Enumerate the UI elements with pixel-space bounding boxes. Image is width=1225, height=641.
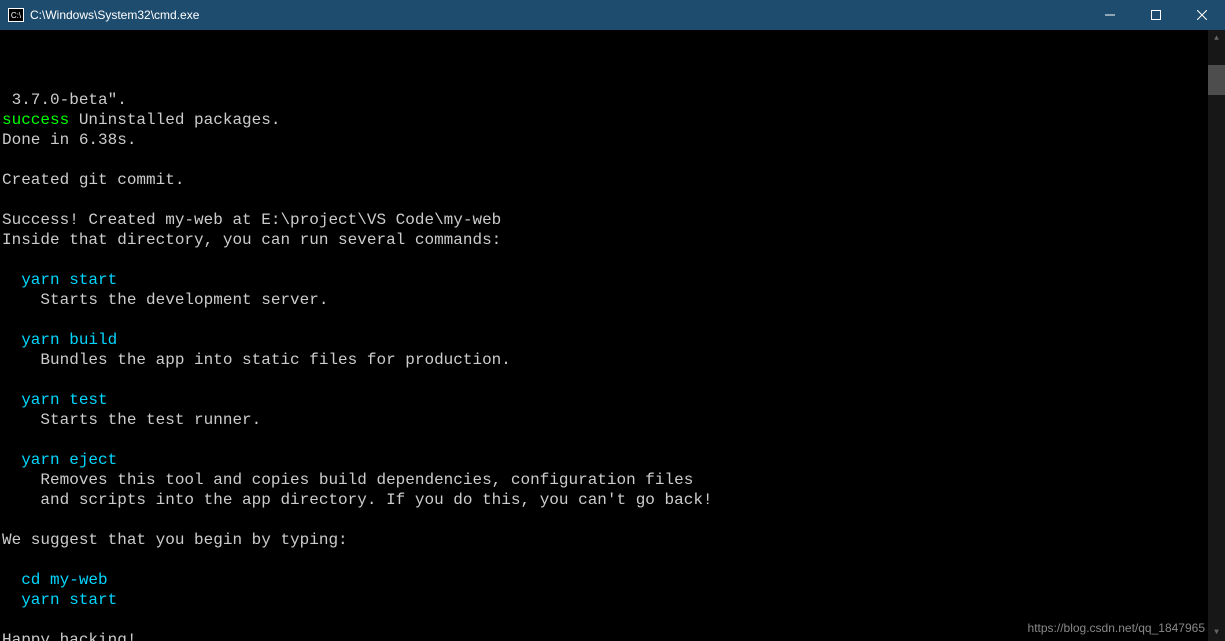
minimize-icon xyxy=(1105,10,1115,20)
terminal-output: 3.7.0-beta". success Uninstalled package… xyxy=(0,70,1225,641)
scrollbar[interactable]: ▲ ▼ xyxy=(1208,30,1225,641)
output-line: Bundles the app into static files for pr… xyxy=(2,351,511,369)
window-controls xyxy=(1087,0,1225,30)
output-line: Done in 6.38s. xyxy=(2,131,136,149)
output-line: Inside that directory, you can run sever… xyxy=(2,231,501,249)
window-title: C:\Windows\System32\cmd.exe xyxy=(30,8,1087,22)
terminal-area[interactable]: 3.7.0-beta". success Uninstalled package… xyxy=(0,30,1225,641)
command-hint: yarn start xyxy=(2,591,117,609)
cmd-icon: C:\ xyxy=(8,8,24,22)
command-hint: yarn test xyxy=(2,391,108,409)
output-line: Starts the test runner. xyxy=(2,411,261,429)
output-line: Created git commit. xyxy=(2,171,184,189)
output-line: and scripts into the app directory. If y… xyxy=(2,491,713,509)
output-line: Removes this tool and copies build depen… xyxy=(2,471,693,489)
watermark: https://blog.csdn.net/qq_1847965 xyxy=(1028,621,1205,635)
maximize-button[interactable] xyxy=(1133,0,1179,30)
close-icon xyxy=(1197,10,1207,20)
scrollbar-up-button[interactable]: ▲ xyxy=(1208,30,1225,47)
scrollbar-down-button[interactable]: ▼ xyxy=(1208,624,1225,641)
output-line: Success! Created my-web at E:\project\VS… xyxy=(2,211,501,229)
success-label: success xyxy=(2,111,69,129)
output-line: Starts the development server. xyxy=(2,291,328,309)
output-line: We suggest that you begin by typing: xyxy=(2,531,348,549)
output-line: Uninstalled packages. xyxy=(69,111,280,129)
scrollbar-thumb[interactable] xyxy=(1208,65,1225,95)
window-titlebar: C:\ C:\Windows\System32\cmd.exe xyxy=(0,0,1225,30)
output-line: 3.7.0-beta". xyxy=(2,91,127,109)
command-hint: cd my-web xyxy=(2,571,108,589)
minimize-button[interactable] xyxy=(1087,0,1133,30)
output-line: Happy hacking! xyxy=(2,631,136,641)
command-hint: yarn eject xyxy=(2,451,117,469)
close-button[interactable] xyxy=(1179,0,1225,30)
command-hint: yarn build xyxy=(2,331,117,349)
command-hint: yarn start xyxy=(2,271,117,289)
maximize-icon xyxy=(1151,10,1161,20)
